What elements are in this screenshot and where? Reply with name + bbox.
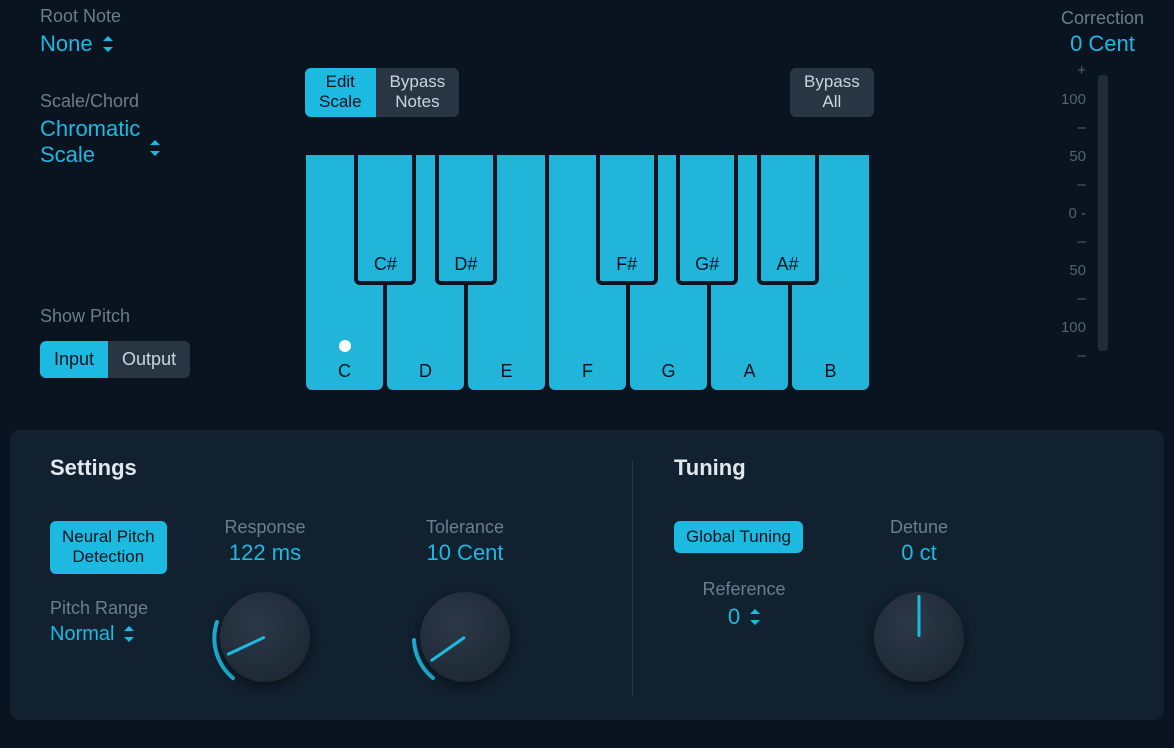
root-note-value: None [40, 31, 93, 57]
bypass-all-button[interactable]: BypassAll [790, 68, 874, 117]
black-key-Cs[interactable]: C# [354, 155, 416, 285]
updown-icon [150, 139, 160, 157]
detune-knob-group: Detune 0 ct [864, 517, 974, 692]
root-note-selector[interactable]: Root Note None [40, 6, 240, 57]
show-pitch-label: Show Pitch [40, 306, 190, 327]
scale-chord-selector[interactable]: Scale/Chord ChromaticScale [40, 91, 240, 169]
keyboard: CDEFGAB C# D# F# G# A# [306, 155, 869, 390]
reference-selector[interactable]: Reference 0 [674, 579, 814, 630]
scale-chord-label: Scale/Chord [40, 91, 240, 112]
correction-scale-tick: 100 [1061, 92, 1086, 107]
reference-value: 0 [728, 604, 740, 630]
tolerance-knob-group: Tolerance 10 Cent [410, 517, 520, 692]
correction-scale-tick: – [1078, 348, 1086, 363]
tolerance-knob[interactable] [410, 582, 520, 692]
settings-title: Settings [50, 455, 624, 481]
neural-pitch-detection-button[interactable]: Neural PitchDetection [50, 521, 167, 574]
white-key-label: G [630, 361, 707, 382]
response-label: Response [210, 517, 320, 538]
tolerance-value: 10 Cent [410, 540, 520, 566]
white-key-label: C [306, 361, 383, 382]
white-key-label: A [711, 361, 788, 382]
correction-scale-tick: – [1078, 291, 1086, 306]
correction-scale-tick: 50 [1069, 149, 1086, 164]
global-tuning-button[interactable]: Global Tuning [674, 521, 803, 553]
correction-label: Correction [1061, 8, 1144, 29]
correction-scale-tick: 0 - [1068, 206, 1086, 221]
updown-icon [124, 625, 134, 643]
correction-scale-tick: 50 [1069, 263, 1086, 278]
scale-chord-value: ChromaticScale [40, 116, 140, 169]
black-key-label: A# [761, 254, 815, 275]
correction-scale-tick: – [1078, 234, 1086, 249]
pitch-range-value: Normal [50, 623, 114, 646]
detune-value: 0 ct [864, 540, 974, 566]
black-key-Ds[interactable]: D# [435, 155, 497, 285]
black-key-label: F# [600, 254, 654, 275]
black-key-label: D# [439, 254, 493, 275]
updown-icon [750, 608, 760, 626]
white-key-label: F [549, 361, 626, 382]
response-value: 122 ms [210, 540, 320, 566]
white-key-label: B [792, 361, 869, 382]
black-key-As[interactable]: A# [757, 155, 819, 285]
black-key-label: C# [358, 254, 412, 275]
show-pitch-input-button[interactable]: Input [40, 341, 108, 378]
black-key-Gs[interactable]: G# [676, 155, 738, 285]
black-key-label: G# [680, 254, 734, 275]
scale-mode-segment: EditScale BypassNotes [305, 68, 459, 117]
correction-scale-tick: – [1078, 177, 1086, 192]
correction-scale: +100 – 50 – 0 - – 50 – 100 – [1061, 63, 1086, 363]
response-knob[interactable] [210, 582, 320, 692]
black-key-Fs[interactable]: F# [596, 155, 658, 285]
detune-knob[interactable] [864, 582, 974, 692]
updown-icon [103, 35, 113, 53]
show-pitch-segment: Input Output [40, 341, 190, 378]
input-pitch-indicator [339, 340, 351, 352]
tuning-title: Tuning [674, 455, 1164, 481]
bypass-notes-button[interactable]: BypassNotes [376, 68, 460, 117]
correction-scale-tick: + [1077, 63, 1086, 78]
tolerance-label: Tolerance [410, 517, 520, 538]
show-pitch-output-button[interactable]: Output [108, 341, 190, 378]
pitch-range-selector[interactable]: Pitch Range Normal [50, 598, 624, 646]
correction-meter[interactable] [1098, 75, 1108, 351]
detune-label: Detune [864, 517, 974, 538]
response-knob-group: Response 122 ms [210, 517, 320, 692]
edit-scale-button[interactable]: EditScale [305, 68, 376, 117]
correction-value: 0 Cent [1061, 31, 1144, 57]
correction-scale-tick: – [1078, 120, 1086, 135]
white-key-label: E [468, 361, 545, 382]
correction-scale-tick: 100 [1061, 320, 1086, 335]
white-key-label: D [387, 361, 464, 382]
reference-label: Reference [674, 579, 814, 600]
root-note-label: Root Note [40, 6, 240, 27]
pitch-range-label: Pitch Range [50, 598, 624, 619]
